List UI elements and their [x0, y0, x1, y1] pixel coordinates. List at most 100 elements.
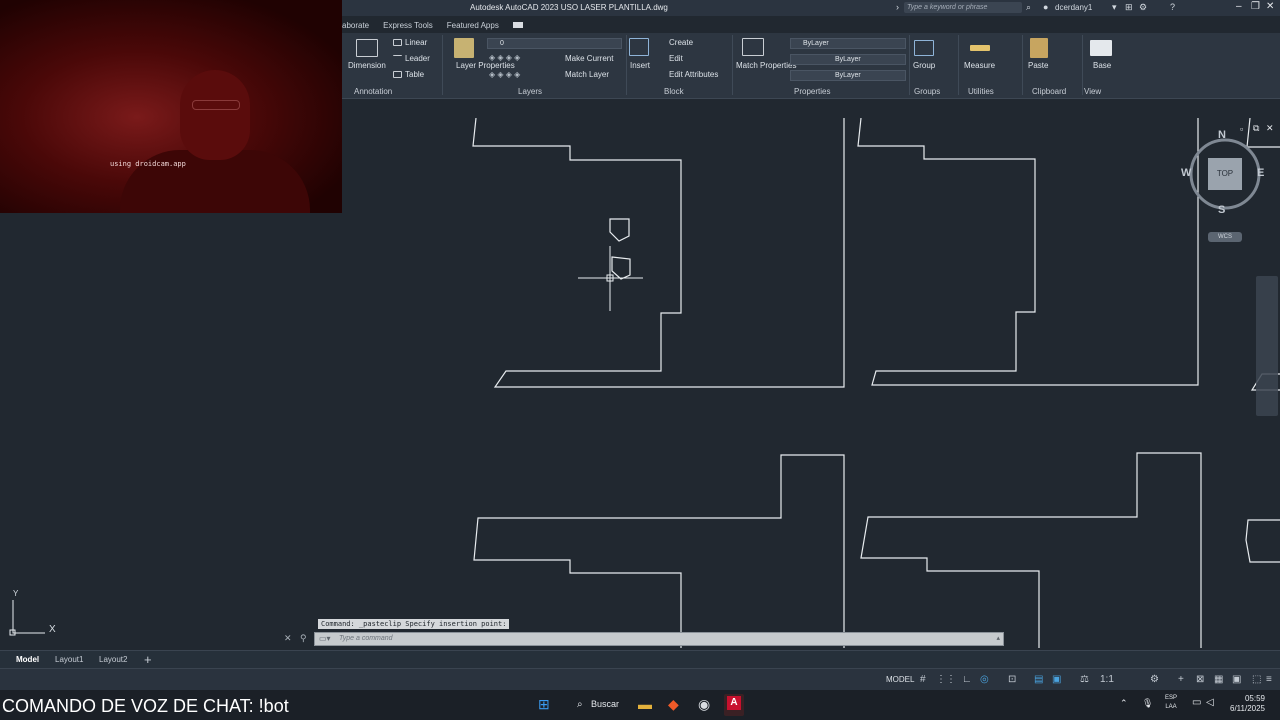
network-tray-icon[interactable]: ▭: [1192, 697, 1201, 708]
viewcube-west[interactable]: W: [1181, 167, 1191, 179]
help-icon[interactable]: ?: [1170, 2, 1175, 13]
leader-button[interactable]: Leader: [405, 54, 430, 63]
tab-collaborate[interactable]: aborate: [342, 21, 369, 30]
isolate-icon[interactable]: ⊠: [1196, 674, 1204, 685]
layer-properties-icon[interactable]: [454, 38, 474, 58]
autocad-taskbar-item[interactable]: A: [724, 694, 744, 716]
match-layer-button[interactable]: Match Layer: [565, 70, 609, 79]
viewcube-north[interactable]: N: [1218, 129, 1226, 141]
linetype-dropdown[interactable]: ByLayer: [790, 54, 906, 65]
search-taskbar-icon[interactable]: ⌕: [577, 699, 583, 710]
insert-button[interactable]: Insert: [630, 61, 650, 70]
close-icon[interactable]: ✕: [1266, 1, 1274, 12]
search-icon[interactable]: ⌕: [1026, 2, 1031, 13]
insert-icon[interactable]: [629, 38, 649, 56]
color-dropdown[interactable]: ByLayer: [790, 38, 906, 49]
clipboard-panel-label[interactable]: Clipboard: [1032, 87, 1066, 96]
tab-layout2[interactable]: Layout2: [99, 655, 127, 664]
chrome-icon[interactable]: ◉: [698, 696, 710, 713]
viewcube-top-face[interactable]: TOP: [1208, 158, 1242, 190]
model-space-button[interactable]: MODEL: [886, 675, 914, 684]
lineweight-icon[interactable]: ▤: [1034, 674, 1043, 685]
brave-browser-icon[interactable]: ◆: [668, 696, 679, 713]
annotation-panel-label[interactable]: Annotation: [354, 87, 392, 96]
tab-model[interactable]: Model: [16, 655, 39, 664]
tray-chevron-icon[interactable]: ⌃: [1120, 698, 1128, 709]
ribbon-toggle-icon[interactable]: [512, 22, 523, 28]
base-icon[interactable]: [1090, 40, 1112, 56]
layer-dropdown[interactable]: 0: [487, 38, 622, 49]
viewport-restore-icon[interactable]: ▫: [1240, 124, 1243, 134]
command-input[interactable]: ▭▾ Type a command ▴: [314, 632, 1004, 646]
file-explorer-icon[interactable]: ▬: [638, 696, 652, 712]
plus-icon[interactable]: +: [1178, 674, 1184, 685]
groups-panel-label[interactable]: Groups: [914, 87, 940, 96]
language-indicator[interactable]: ESP LAA: [1165, 694, 1177, 712]
network-icon[interactable]: ⚙: [1139, 2, 1147, 13]
viewcube[interactable]: N S E W TOP WCS: [1180, 128, 1275, 243]
group-button[interactable]: Group: [913, 61, 935, 70]
ortho-icon[interactable]: ∟: [962, 674, 972, 685]
scale-icon[interactable]: 1:1: [1100, 674, 1114, 685]
edit-block-button[interactable]: Edit: [669, 54, 683, 63]
command-prompt-icon[interactable]: ▭▾: [319, 634, 331, 643]
hardware-icon[interactable]: ▦: [1214, 674, 1223, 685]
settings-icon[interactable]: ⚙: [1150, 674, 1159, 685]
system-clock[interactable]: 05:59 6/11/2025: [1230, 694, 1265, 714]
group-icon[interactable]: [914, 40, 934, 56]
transparency-icon[interactable]: ▣: [1052, 674, 1061, 685]
linear-button[interactable]: Linear: [405, 38, 427, 47]
tab-featured-apps[interactable]: Featured Apps: [447, 21, 499, 30]
block-panel-label[interactable]: Block: [664, 87, 684, 96]
microphone-icon[interactable]: 🎙: [1142, 698, 1153, 709]
paste-button[interactable]: Paste: [1028, 61, 1048, 70]
measure-button[interactable]: Measure: [964, 61, 995, 70]
layer-tools-icons[interactable]: ◈ ◈ ◈ ◈: [489, 53, 520, 62]
wcs-menu[interactable]: WCS: [1208, 232, 1242, 242]
restore-icon[interactable]: ❐: [1251, 1, 1260, 12]
clean-screen-icon[interactable]: ▣: [1232, 674, 1241, 685]
dimension-icon[interactable]: [356, 39, 378, 57]
utilities-panel-label[interactable]: Utilities: [968, 87, 994, 96]
viewcube-east[interactable]: E: [1257, 167, 1264, 179]
layers-panel-label[interactable]: Layers: [518, 87, 542, 96]
volume-icon[interactable]: ◁: [1206, 697, 1214, 708]
paste-icon[interactable]: [1030, 38, 1048, 58]
lineweight-dropdown[interactable]: ByLayer: [790, 70, 906, 81]
tab-express-tools[interactable]: Express Tools: [383, 21, 433, 30]
layer-tools-icons-2[interactable]: ◈ ◈ ◈ ◈: [489, 70, 520, 79]
properties-panel-label[interactable]: Properties: [794, 87, 830, 96]
grid-icon[interactable]: #: [920, 674, 926, 685]
user-name[interactable]: dcerdany1: [1055, 2, 1092, 13]
snap-icon[interactable]: ⋮⋮: [936, 674, 956, 685]
osnap-icon[interactable]: ⊡: [1008, 674, 1016, 685]
dimension-button[interactable]: Dimension: [348, 61, 386, 70]
minimize-icon[interactable]: –: [1236, 1, 1242, 12]
fullscreen-icon[interactable]: ⬚: [1252, 674, 1261, 685]
viewcube-south[interactable]: S: [1218, 204, 1225, 216]
measure-icon[interactable]: [970, 45, 990, 51]
add-layout-icon[interactable]: +: [144, 652, 152, 667]
layer-properties-button[interactable]: Layer Properties: [456, 61, 515, 70]
create-block-button[interactable]: Create: [669, 38, 693, 47]
user-icon[interactable]: ●: [1043, 2, 1048, 13]
tab-layout1[interactable]: Layout1: [55, 655, 83, 664]
view-panel-label[interactable]: View: [1084, 87, 1101, 96]
help-search-input[interactable]: Type a keyword or phrase: [904, 2, 1022, 13]
match-properties-button[interactable]: Match Properties: [736, 61, 796, 70]
viewport-close-icon[interactable]: ✕: [1266, 123, 1274, 134]
command-history-icon[interactable]: ▴: [996, 634, 1000, 642]
cart-icon[interactable]: ⊞: [1125, 2, 1133, 13]
user-dropdown-icon[interactable]: ▾: [1112, 2, 1117, 13]
windows-start-icon[interactable]: ⊞: [538, 696, 550, 713]
navigation-bar[interactable]: [1256, 276, 1278, 416]
command-close-icon[interactable]: ✕: [284, 633, 292, 644]
match-properties-icon[interactable]: [742, 38, 764, 56]
command-customize-icon[interactable]: ⚲: [300, 633, 307, 644]
base-button[interactable]: Base: [1093, 61, 1111, 70]
taskbar-search-label[interactable]: Buscar: [591, 699, 619, 709]
edit-attributes-button[interactable]: Edit Attributes: [669, 70, 718, 79]
make-current-button[interactable]: Make Current: [565, 54, 613, 63]
chevron-right-icon[interactable]: ›: [896, 2, 899, 13]
annotation-scale-icon[interactable]: ⚖: [1080, 674, 1089, 685]
